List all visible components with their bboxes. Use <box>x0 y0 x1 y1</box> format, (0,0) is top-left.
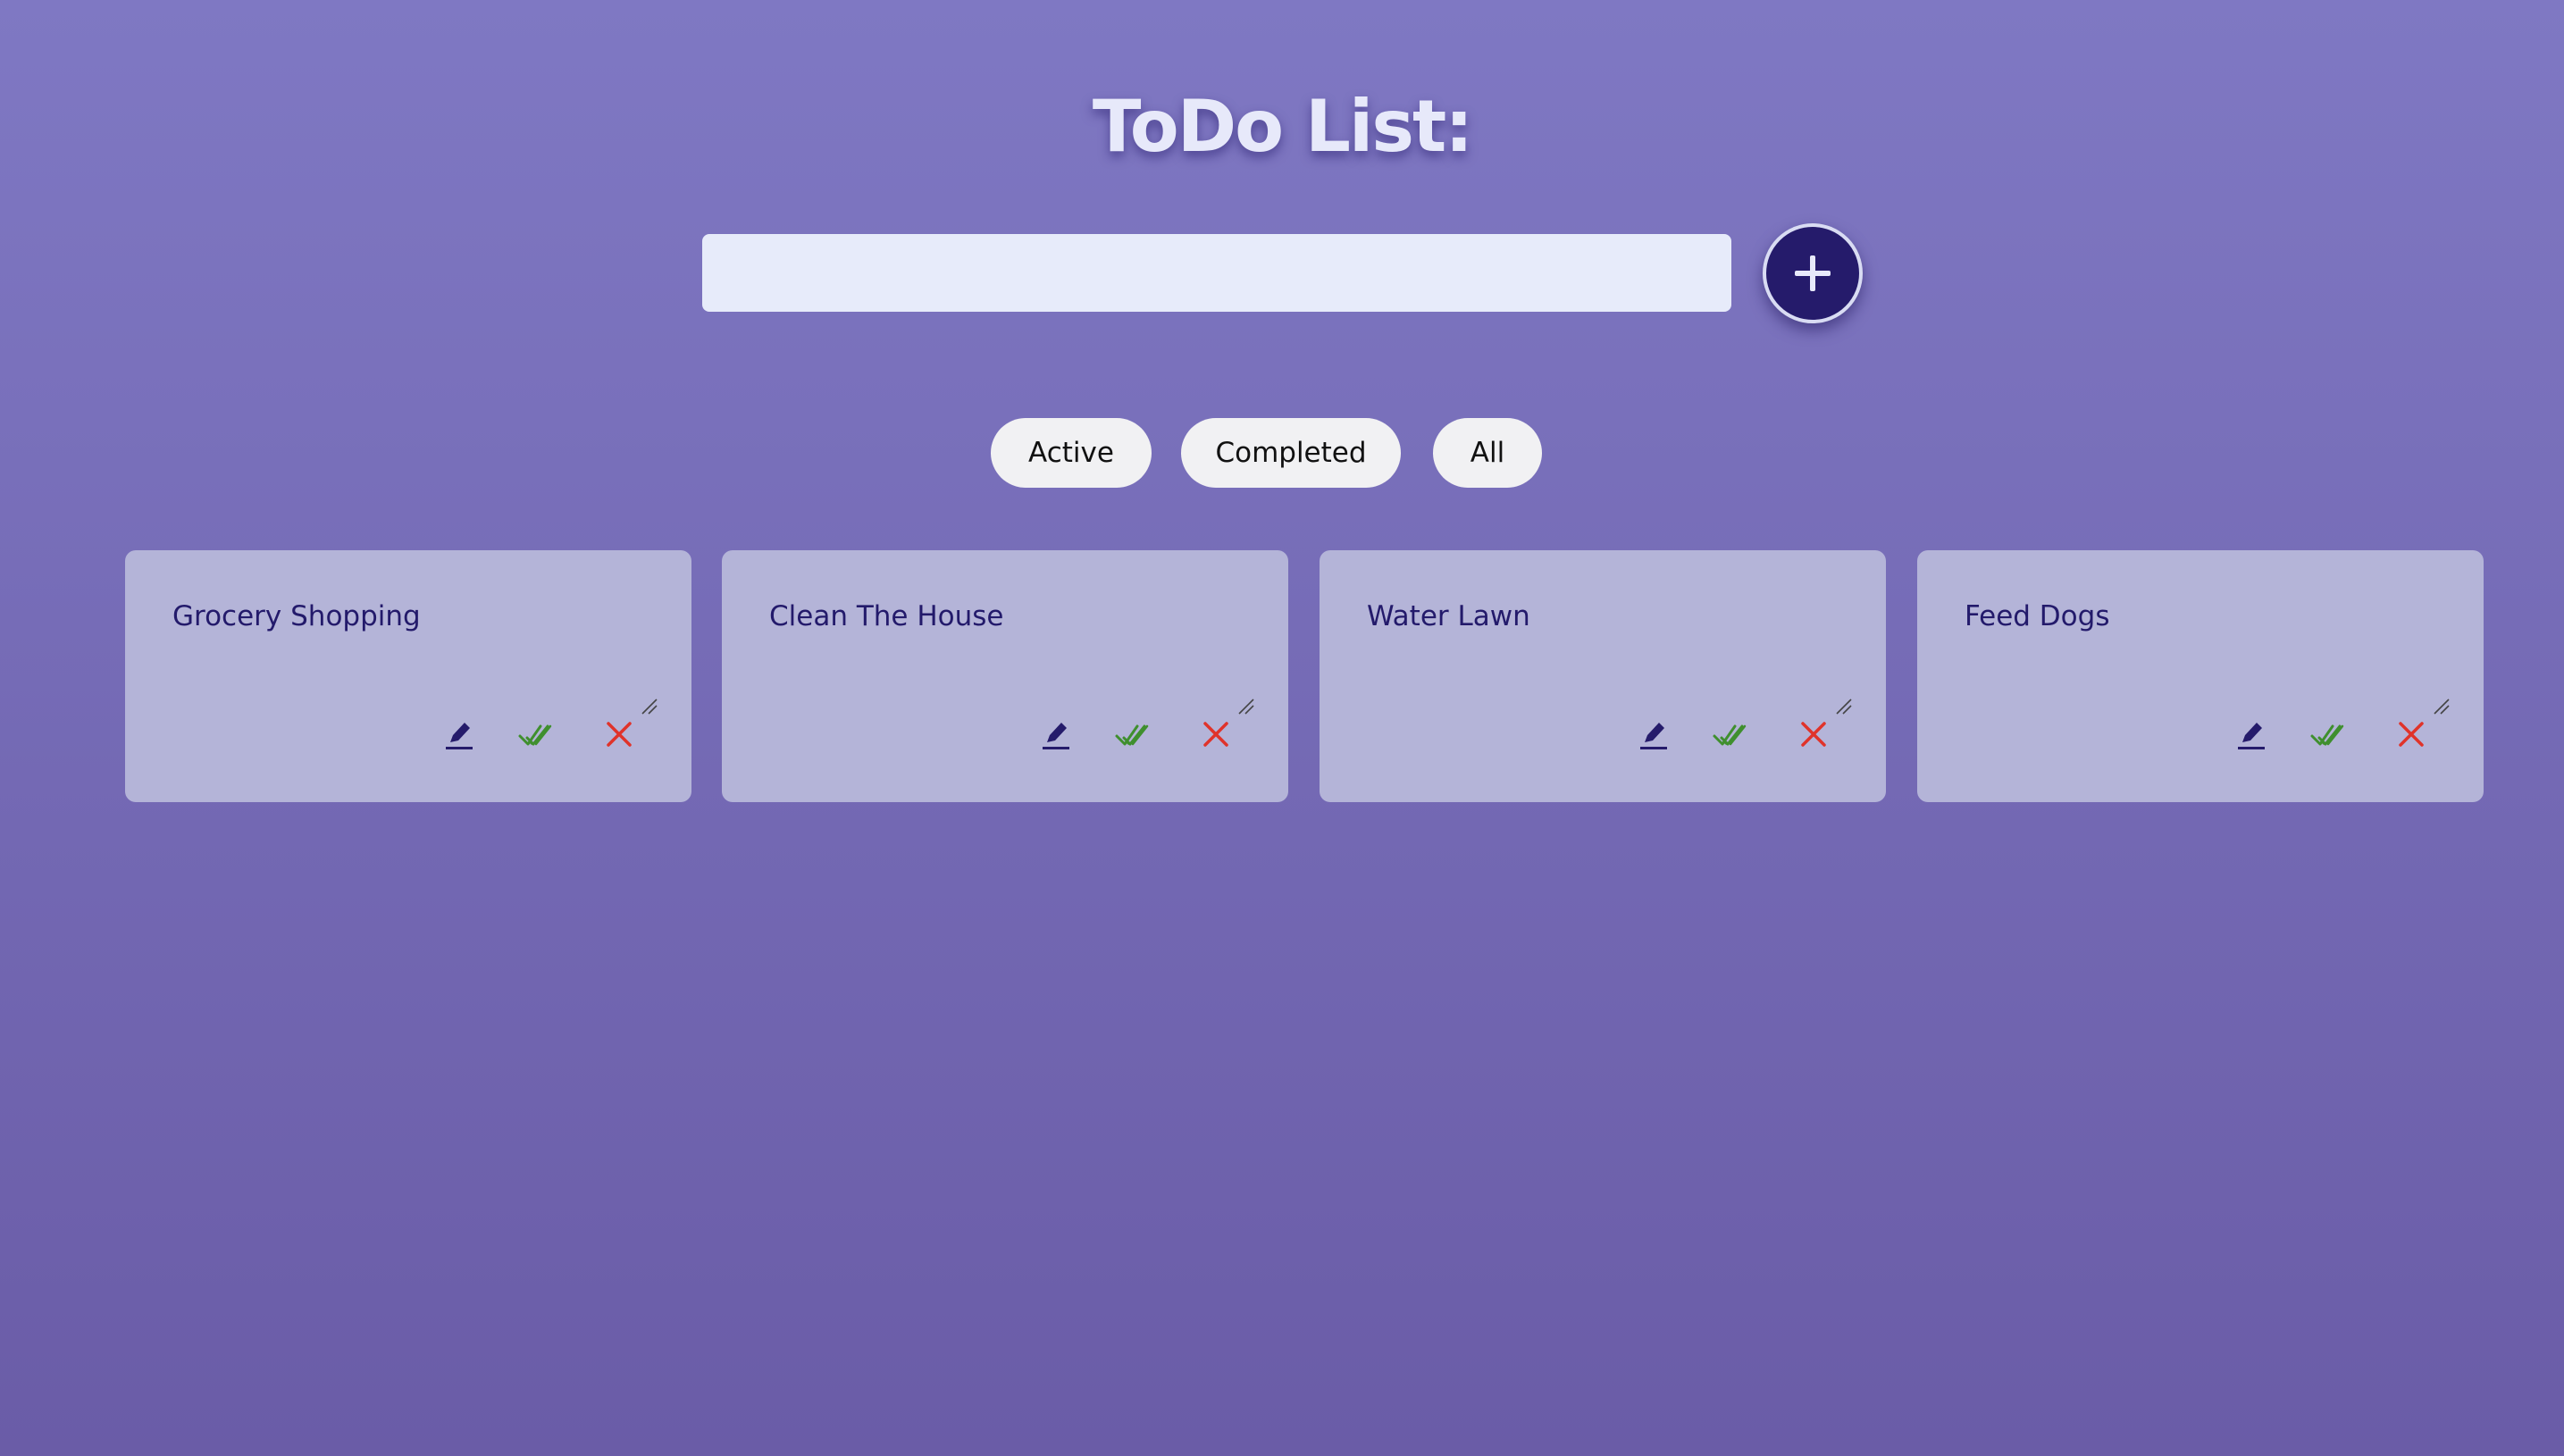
close-icon <box>2390 713 2433 756</box>
add-todo-button[interactable] <box>1763 223 1863 323</box>
double-check-icon <box>2308 713 2351 756</box>
resize-handle-icon[interactable] <box>1236 696 1255 715</box>
close-icon <box>598 713 641 756</box>
page-title: ToDo List: <box>1092 85 1473 168</box>
delete-button[interactable] <box>1194 713 1237 756</box>
delete-button[interactable] <box>2390 713 2433 756</box>
pencil-icon <box>1632 713 1675 756</box>
double-check-icon <box>1113 713 1156 756</box>
filter-all-button[interactable]: All <box>1433 418 1542 488</box>
complete-button[interactable] <box>516 713 559 756</box>
edit-button[interactable] <box>2230 713 2273 756</box>
todo-title: Water Lawn <box>1367 600 1530 632</box>
todo-title: Feed Dogs <box>1965 600 2110 632</box>
todo-card: Water Lawn <box>1320 550 1886 802</box>
resize-handle-icon[interactable] <box>639 696 658 715</box>
todo-card: Grocery Shopping <box>125 550 691 802</box>
complete-button[interactable] <box>2308 713 2351 756</box>
todo-card: Clean The House <box>722 550 1288 802</box>
delete-button[interactable] <box>1792 713 1835 756</box>
pencil-icon <box>438 713 481 756</box>
resize-handle-icon[interactable] <box>2431 696 2451 715</box>
close-icon <box>1792 713 1835 756</box>
plus-icon <box>1795 255 1831 291</box>
delete-button[interactable] <box>598 713 641 756</box>
pencil-icon <box>1035 713 1077 756</box>
pencil-icon <box>2230 713 2273 756</box>
double-check-icon <box>516 713 559 756</box>
filter-completed-button[interactable]: Completed <box>1181 418 1401 488</box>
resize-handle-icon[interactable] <box>1833 696 1853 715</box>
edit-button[interactable] <box>1035 713 1077 756</box>
edit-button[interactable] <box>1632 713 1675 756</box>
complete-button[interactable] <box>1711 713 1754 756</box>
new-todo-input[interactable] <box>702 234 1731 312</box>
filter-active-button[interactable]: Active <box>991 418 1152 488</box>
todo-title: Grocery Shopping <box>172 600 421 632</box>
close-icon <box>1194 713 1237 756</box>
todo-title: Clean The House <box>769 600 1004 632</box>
double-check-icon <box>1711 713 1754 756</box>
complete-button[interactable] <box>1113 713 1156 756</box>
todo-card: Feed Dogs <box>1917 550 2484 802</box>
edit-button[interactable] <box>438 713 481 756</box>
